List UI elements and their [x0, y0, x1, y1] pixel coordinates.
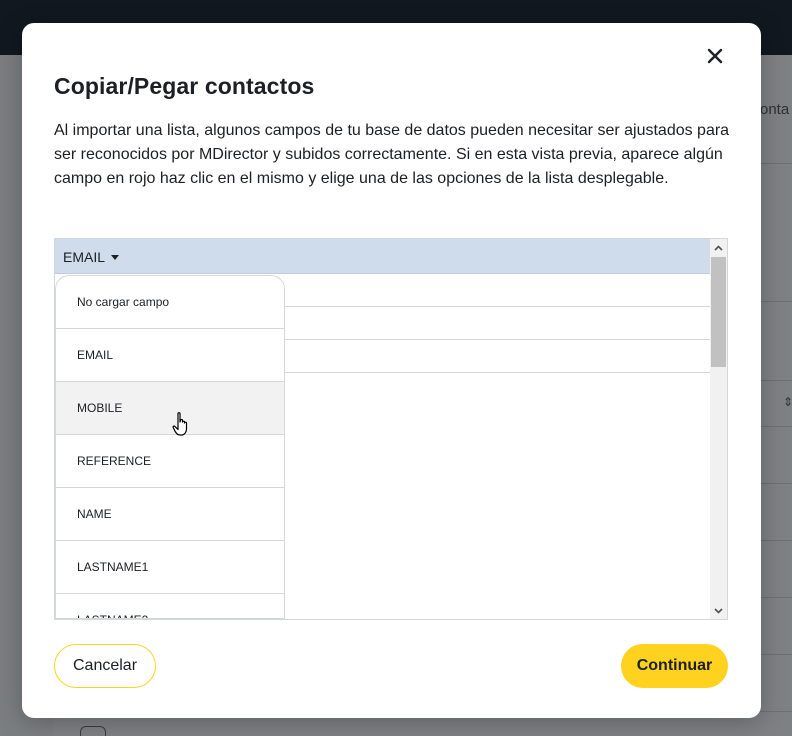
dropdown-option[interactable]: LASTNAME2 — [56, 594, 284, 618]
column-field-select[interactable]: EMAIL — [63, 249, 120, 265]
dropdown-option[interactable]: EMAIL — [56, 329, 284, 382]
dropdown-option[interactable]: NAME — [56, 488, 284, 541]
scroll-down-button[interactable] — [710, 602, 727, 619]
scroll-thumb[interactable] — [711, 257, 726, 367]
modal-description: Al importar una lista, algunos campos de… — [54, 122, 730, 187]
preview-header: EMAIL — [55, 239, 711, 274]
background-header-text: onta — [760, 101, 790, 118]
dropdown-option[interactable]: MOBILE — [56, 382, 284, 435]
column-field-label: EMAIL — [63, 249, 106, 265]
sort-icon: ⇕ — [783, 395, 792, 409]
background-checkbox — [80, 726, 106, 736]
preview-scrollbar[interactable] — [710, 239, 727, 619]
continue-button[interactable]: Continuar — [621, 644, 728, 688]
caret-down-icon — [111, 254, 120, 260]
chevron-up-icon — [714, 244, 723, 251]
modal-title: Copiar/Pegar contactos — [54, 73, 315, 99]
field-options-dropdown: No cargar campo EMAIL MOBILE REFERENCE N… — [55, 275, 285, 619]
close-button[interactable] — [704, 45, 726, 67]
hand-cursor-icon — [172, 412, 188, 436]
dropdown-option[interactable]: REFERENCE — [56, 435, 284, 488]
dropdown-option[interactable]: LASTNAME1 — [56, 541, 284, 594]
close-icon — [707, 48, 723, 64]
dropdown-option[interactable]: No cargar campo — [56, 276, 284, 329]
scroll-up-button[interactable] — [710, 239, 727, 256]
chevron-down-icon — [714, 607, 723, 614]
copy-paste-contacts-modal: Copiar/Pegar contactos Al importar una l… — [22, 23, 761, 718]
cancel-button[interactable]: Cancelar — [54, 644, 156, 688]
